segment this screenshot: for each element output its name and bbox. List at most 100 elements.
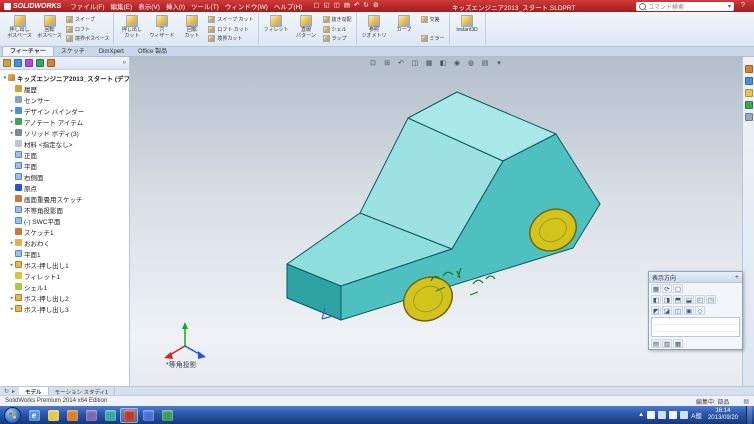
menu-item-2[interactable]: 表示(V) [138,1,160,11]
four-viewports-button[interactable]: ▦ [673,339,683,348]
tree-item-19[interactable]: ▸ ボス-押し出し2 [2,292,129,303]
ribbon-tab-features[interactable]: フィーチャー [2,46,54,56]
menu-item-0[interactable]: ファイル(F) [70,1,104,11]
single-view-button[interactable]: ◇ [695,306,705,315]
tree-item-2[interactable]: ▸ デザイン バインダー [2,105,129,116]
print-icon[interactable]: ▤ [344,1,350,11]
ribbon-tab-dimxpert[interactable]: DimXpert [92,47,131,56]
solidworks-resources-icon[interactable] [744,65,753,73]
ribbon-tab-sketch[interactable]: スケッチ [54,47,92,56]
pin-icon[interactable]: + [735,274,739,281]
taskbar-windows-explorer-button[interactable] [44,408,62,423]
reference-geometry-button[interactable]: 参照 ジオメトリ [360,13,389,45]
tree-item-15[interactable]: 平面1 [2,248,129,259]
manager-tab-propertymanager[interactable] [14,59,22,67]
reset-standard-views-button[interactable]: ▢ [673,284,683,293]
save-icon[interactable]: ◫ [334,1,340,11]
rebuild-icon[interactable]: ↻ [363,1,368,11]
tree-item-18[interactable]: シェル1 [2,281,129,292]
design-library-icon[interactable] [744,77,753,85]
tree-item-0[interactable]: 履歴 [2,83,129,94]
zoom-to-fit-icon[interactable]: ⊡ [367,58,379,69]
taskbar-internet-explorer-button[interactable]: e [25,408,43,423]
new-view-button[interactable]: ▦ [651,284,661,293]
tree-item-3[interactable]: ▸ アノテート アイテム [2,116,129,127]
menu-item-1[interactable]: 編集(E) [111,1,133,11]
menu-item-3[interactable]: 挿入(I) [166,1,185,11]
tree-item-20[interactable]: ▸ ボス-押し出し3 [2,303,129,314]
view-settings-icon[interactable]: ▾ [493,58,505,69]
left-view-button[interactable]: ⬒ [673,295,683,304]
trimetric-view-button[interactable]: ◪ [662,306,672,315]
manager-tab-displaymanager[interactable] [47,59,55,67]
tree-item-17[interactable]: フィレット1 [2,270,129,281]
extruded-boss-base-button[interactable]: 押し出し ボスベース [5,13,34,45]
ribbon-tab-office-products[interactable]: Office 製品 [131,47,174,56]
tree-item-11[interactable]: 不等角投影面 [2,204,129,215]
revolved-cut-button[interactable]: 回転 カット [177,13,206,45]
edit-appearance-icon[interactable]: ◍ [465,58,477,69]
previous-view-icon[interactable]: ↶ [395,58,407,69]
right-view-button[interactable]: ⬓ [684,295,694,304]
tree-item-8[interactable]: 右側面 [2,171,129,182]
isometric-view-button[interactable]: ◩ [651,306,661,315]
draft-button[interactable]: 抜き勾配 [322,15,352,24]
boundary-cut-button[interactable]: 境界カット [208,34,253,43]
two-viewports-button[interactable]: ▥ [662,339,672,348]
rebuild-icon[interactable]: ↻ [4,388,9,395]
help-icon[interactable]: ? [738,1,748,11]
update-standard-views-button[interactable]: ⟳ [662,284,672,293]
shell-button[interactable]: シェル [322,25,352,34]
open-icon[interactable]: ◱ [324,1,330,11]
manager-tab-featuremanager-tree[interactable] [3,59,11,67]
tree-item-4[interactable]: ▸ ソリッド ボディ(3) [2,127,129,138]
zoom-to-area-icon[interactable]: ⊞ [381,58,393,69]
view-orientation-icon[interactable]: ▦ [423,58,435,69]
display-style-icon[interactable]: ◧ [437,58,449,69]
curves-button[interactable]: カーブ [390,13,419,45]
custom-properties-icon[interactable] [744,113,753,121]
taskbar-app-blue-button[interactable] [139,408,157,423]
expand-tabs-icon[interactable]: ▸ [12,388,15,395]
chevron-down-icon[interactable]: ▾ [728,3,731,10]
volume-icon[interactable] [669,411,678,419]
lofted-boss-button[interactable]: ロフト [66,25,109,34]
tree-item-1[interactable]: センサー [2,94,129,105]
apply-scene-icon[interactable]: ▤ [479,58,491,69]
swept-boss-button[interactable]: スイープ [66,15,109,24]
tree-item-13[interactable]: スケッチ1 [2,226,129,237]
panel-expand-chevron[interactable]: » [123,60,126,66]
hole-wizard-button[interactable]: 穴 ウィザード [147,13,176,45]
tree-item-12[interactable]: (-) SWC平面 [2,215,129,226]
tree-item-7[interactable]: 平面 [2,160,129,171]
action-center-icon[interactable] [647,411,656,419]
view-orientation-titlebar[interactable]: 表示方向 + [649,272,742,283]
appearances-scenes-icon[interactable] [744,101,753,109]
start-button[interactable] [4,406,21,424]
taskbar-app-teal-button[interactable] [101,408,119,423]
fillet-button[interactable]: フィレット [262,13,291,45]
tree-item-16[interactable]: ▸ ボス-押し出し1 [2,259,129,270]
network-icon[interactable] [658,411,667,419]
tree-item-10[interactable]: 画面重畳用スケッチ [2,193,129,204]
command-search-box[interactable]: コマンド検索 ▾ [636,1,734,11]
ime-indicator[interactable]: A般 [691,410,702,420]
manager-tab-configurationmanager[interactable] [25,59,33,67]
linear-pattern-button[interactable]: 直線 パターン [292,13,321,45]
lofted-cut-button[interactable]: ロフト カット [208,25,253,34]
taskbar-app-green-button[interactable] [158,408,176,423]
front-view-button[interactable]: ◧ [651,295,661,304]
dimetric-view-button[interactable]: ◫ [673,306,683,315]
file-explorer-icon[interactable] [744,89,753,97]
new-icon[interactable]: ▢ [313,1,319,11]
saved-views-list[interactable] [651,317,740,337]
tree-item-9[interactable]: 原点 [2,182,129,193]
tree-item-6[interactable]: 正面 [2,149,129,160]
one-viewport-button[interactable]: ▤ [651,339,661,348]
taskbar-media-player-button[interactable] [63,408,81,423]
custom-properties-icon[interactable]: ▤ [743,398,749,405]
top-view-button[interactable]: ◰ [695,295,705,304]
back-view-button[interactable]: ◨ [662,295,672,304]
options-icon[interactable]: ⚙ [373,1,379,11]
mirror-button[interactable]: ミラー [420,34,445,43]
